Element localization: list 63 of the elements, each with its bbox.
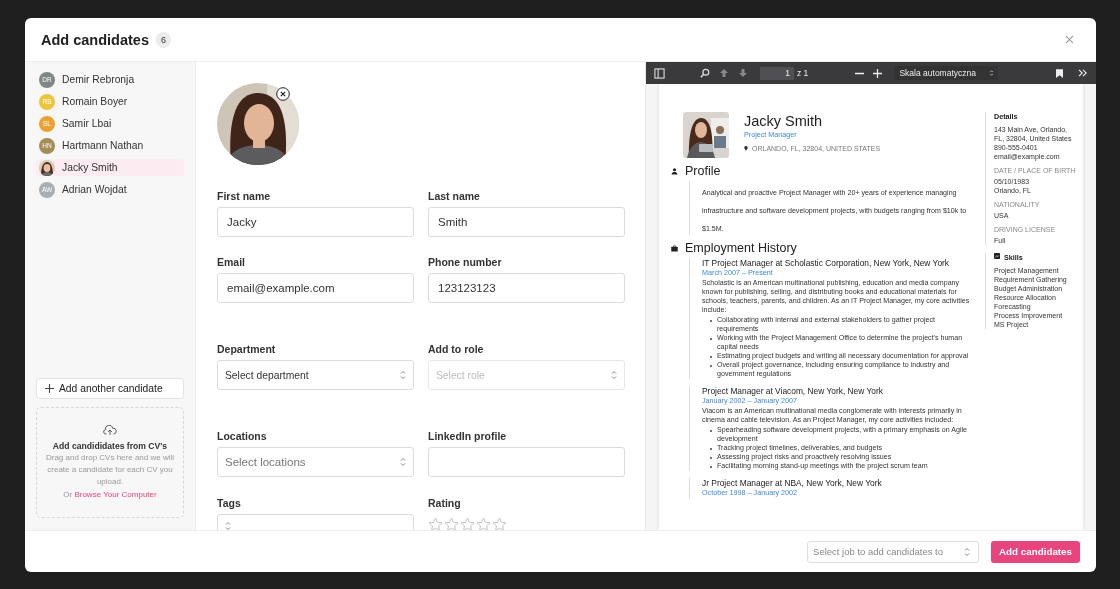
upload-dropzone[interactable]: Add candididates from CV's Drag and drop CVs here and we will create a candidate for each CV you upload. Or Browse Your Computer <box>36 407 184 518</box>
cloud-upload-icon <box>103 424 117 436</box>
person-icon <box>671 167 678 175</box>
field-label: First name <box>217 190 272 203</box>
page-count: z 1 <box>797 68 809 78</box>
field-label: Tags <box>217 497 242 510</box>
plus-icon <box>45 384 54 393</box>
input-field[interactable]: Smith <box>428 207 625 237</box>
star-icon[interactable] <box>444 517 459 530</box>
input-field[interactable]: email@example.com <box>217 273 414 303</box>
double-chevron-icon[interactable] <box>1078 69 1088 77</box>
star-icon[interactable] <box>428 517 443 530</box>
chevron-icon <box>990 70 993 76</box>
job-select[interactable]: Select job to add candidates to <box>807 540 980 563</box>
job-title: Jr Project Manager at NBA, New York, New York <box>702 478 883 488</box>
section-heading: Profile <box>685 164 721 178</box>
input-field[interactable]: 123123123 <box>428 273 625 303</box>
field-label: Department <box>217 343 277 356</box>
add-candidate-button[interactable]: Add another candidate <box>36 378 184 399</box>
sidebar-toggle-icon[interactable] <box>654 67 665 79</box>
star-icon[interactable] <box>476 517 491 530</box>
field-label: Phone number <box>428 256 503 269</box>
field-label: Email <box>217 256 246 269</box>
browse-link[interactable]: Browse Your Computer <box>74 489 157 499</box>
select-field[interactable]: Select department <box>217 360 414 390</box>
bookmark-icon[interactable] <box>1056 68 1063 78</box>
skills-icon <box>994 253 1000 259</box>
star-icon[interactable] <box>492 517 507 530</box>
chevron-icon <box>611 370 617 380</box>
field-label: Last name <box>428 190 481 203</box>
job-title: Project Manager at Viacom, New York, New York <box>702 386 884 396</box>
page-number-field[interactable]: 1 <box>760 66 794 80</box>
remove-icon[interactable] <box>276 87 290 101</box>
star-icon[interactable] <box>460 517 475 530</box>
count-badge: 6 <box>155 31 171 48</box>
resume-name: Jacky Smith <box>744 113 824 130</box>
close-icon[interactable] <box>1065 35 1074 44</box>
field-label: Rating <box>428 497 462 510</box>
upload-title: Add candididates from CV's <box>52 440 168 451</box>
briefcase-icon <box>671 244 678 252</box>
arrow-up-icon[interactable] <box>719 68 729 78</box>
job-title: IT Project Manager at Scholastic Corporation, New York, New York <box>702 258 951 268</box>
add-candidates-button[interactable]: Add candidates <box>991 540 1080 563</box>
chevron-icon <box>225 520 231 530</box>
field-label: Add to role <box>428 343 485 356</box>
chevron-icon <box>400 370 406 380</box>
section-heading: Employment History <box>685 241 797 255</box>
zoom-in-icon[interactable] <box>873 68 883 78</box>
location-pin-icon <box>744 146 748 151</box>
field-label: LinkedIn profile <box>428 430 508 443</box>
input-field[interactable] <box>428 447 625 477</box>
chevron-icon <box>964 546 971 557</box>
zoom-select[interactable]: Skala automatyczna <box>894 66 998 80</box>
input-field[interactable]: Jacky <box>217 207 414 237</box>
search-icon[interactable] <box>700 68 710 78</box>
candidate-item[interactable]: Jacky Smith <box>36 159 184 176</box>
upload-text: Drag and drop CVs here and we will create a candidate for each CV you upload. <box>45 451 175 488</box>
dialog-title: Add candidates <box>41 31 149 48</box>
field-label: Locations <box>217 430 268 443</box>
or-label: Or <box>63 489 73 499</box>
select-field[interactable]: Select locations <box>217 447 414 477</box>
chevron-icon <box>400 457 406 467</box>
arrow-down-icon[interactable] <box>738 68 748 78</box>
